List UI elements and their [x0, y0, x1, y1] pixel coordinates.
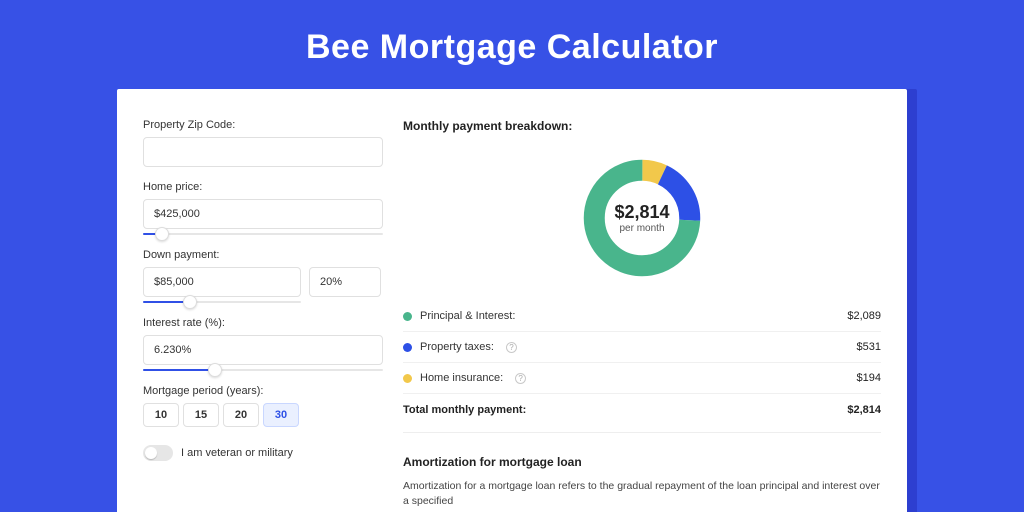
amortization-text: Amortization for a mortgage loan refers …: [403, 479, 881, 508]
donut-chart: $2,814 per month: [403, 143, 881, 293]
calculator-card: Property Zip Code: Home price: Down paym…: [117, 89, 907, 512]
donut-sub: per month: [614, 223, 669, 234]
down-payment-input[interactable]: [143, 267, 301, 297]
divider: [403, 432, 881, 433]
legend-dot: [403, 343, 412, 352]
legend-dot: [403, 374, 412, 383]
down-payment-label: Down payment:: [143, 249, 383, 261]
legend-row: Property taxes:? $531: [403, 332, 881, 363]
info-icon[interactable]: ?: [506, 342, 517, 353]
slider-thumb[interactable]: [155, 227, 169, 241]
interest-rate-label: Interest rate (%):: [143, 317, 383, 329]
period-label: Mortgage period (years):: [143, 385, 383, 397]
period-options: 10152030: [143, 403, 383, 427]
results-column: Monthly payment breakdown: $2,814 per mo…: [403, 119, 881, 512]
down-payment-slider[interactable]: [143, 301, 301, 303]
home-price-label: Home price:: [143, 181, 383, 193]
down-payment-pct-input[interactable]: [309, 267, 381, 297]
legend-label: Property taxes:: [420, 341, 494, 353]
page-title: Bee Mortgage Calculator: [0, 0, 1024, 89]
interest-rate-slider[interactable]: [143, 369, 383, 371]
legend-row: Home insurance:? $194: [403, 363, 881, 394]
period-option-30[interactable]: 30: [263, 403, 299, 427]
legend-row: Principal & Interest: $2,089: [403, 301, 881, 332]
legend-value: $531: [857, 341, 881, 353]
period-option-10[interactable]: 10: [143, 403, 179, 427]
slider-thumb[interactable]: [208, 363, 222, 377]
donut-center: $2,814 per month: [614, 202, 669, 234]
interest-rate-input[interactable]: [143, 335, 383, 365]
zip-input[interactable]: [143, 137, 383, 167]
legend: Principal & Interest: $2,089 Property taxe…: [403, 301, 881, 394]
veteran-toggle[interactable]: [143, 445, 173, 461]
total-value: $2,814: [847, 404, 881, 416]
period-option-15[interactable]: 15: [183, 403, 219, 427]
slider-thumb[interactable]: [183, 295, 197, 309]
home-price-slider[interactable]: [143, 233, 383, 235]
amortization-title: Amortization for mortgage loan: [403, 455, 881, 469]
legend-dot: [403, 312, 412, 321]
form-column: Property Zip Code: Home price: Down paym…: [143, 119, 383, 512]
legend-value: $2,089: [847, 310, 881, 322]
donut-amount: $2,814: [614, 202, 669, 223]
veteran-label: I am veteran or military: [181, 447, 293, 459]
total-label: Total monthly payment:: [403, 404, 526, 416]
toggle-knob: [145, 447, 157, 459]
total-row: Total monthly payment: $2,814: [403, 394, 881, 428]
legend-value: $194: [857, 372, 881, 384]
period-option-20[interactable]: 20: [223, 403, 259, 427]
legend-label: Principal & Interest:: [420, 310, 515, 322]
home-price-input[interactable]: [143, 199, 383, 229]
breakdown-header: Monthly payment breakdown:: [403, 119, 881, 133]
zip-label: Property Zip Code:: [143, 119, 383, 131]
info-icon[interactable]: ?: [515, 373, 526, 384]
legend-label: Home insurance:: [420, 372, 503, 384]
